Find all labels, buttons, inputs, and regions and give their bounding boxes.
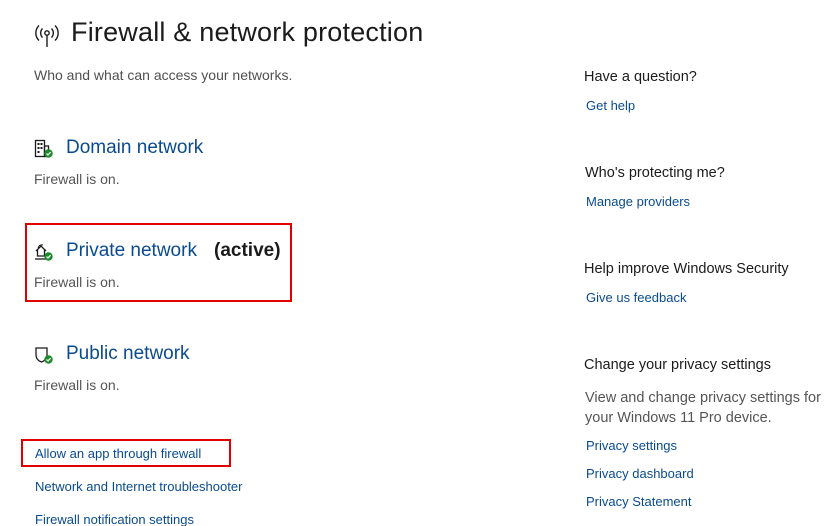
page-title: Firewall & network protection [71,17,424,47]
firewall-notification-settings-link[interactable]: Firewall notification settings [35,512,194,526]
network-troubleshooter-link[interactable]: Network and Internet troubleshooter [35,479,242,494]
private-network-icon [35,244,53,261]
public-network-link[interactable]: Public network [66,343,190,365]
get-help-link[interactable]: Get help [586,98,635,113]
domain-network-link[interactable]: Domain network [66,137,203,159]
domain-network-icon [34,139,53,158]
page-subtitle: Who and what can access your networks. [34,67,293,83]
private-network-highlight [25,223,292,302]
private-network-link[interactable]: Private network [66,240,197,262]
public-network-icon [35,347,53,364]
privacy-settings-link[interactable]: Privacy settings [586,438,677,453]
active-network-label: (active) [214,240,281,261]
private-network-status: Firewall is on. [34,274,120,290]
privacy-dashboard-link[interactable]: Privacy dashboard [586,466,694,481]
whos-protecting-heading: Who's protecting me? [585,165,725,181]
broadcast-antenna-icon [35,25,59,47]
privacy-description: View and change privacy settings for you… [585,390,821,426]
domain-network-status: Firewall is on. [34,171,120,187]
have-a-question-heading: Have a question? [584,69,697,85]
privacy-settings-heading: Change your privacy settings [584,357,771,373]
allow-app-through-firewall-link[interactable]: Allow an app through firewall [35,446,201,461]
help-improve-heading: Help improve Windows Security [584,261,789,277]
privacy-statement-link[interactable]: Privacy Statement [586,494,692,509]
manage-providers-link[interactable]: Manage providers [586,194,690,209]
public-network-status: Firewall is on. [34,377,120,393]
give-feedback-link[interactable]: Give us feedback [586,290,686,305]
firewall-page: Firewall & network protection Who and wh… [0,0,830,526]
